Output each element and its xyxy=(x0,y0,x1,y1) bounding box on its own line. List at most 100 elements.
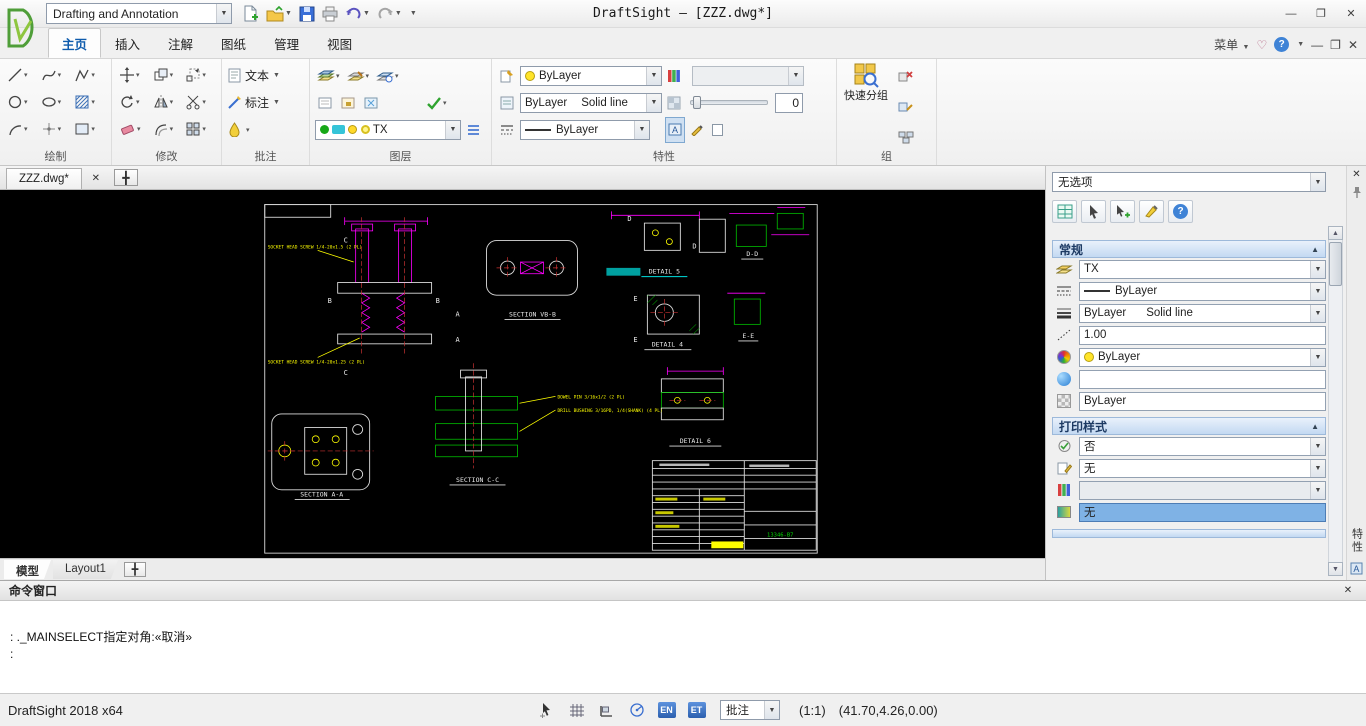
tab-annotate[interactable]: 注解 xyxy=(154,28,207,58)
line-tool-button[interactable]: ▾ xyxy=(5,62,39,88)
scroll-down-icon[interactable]: ▼ xyxy=(1328,562,1343,576)
copy-tool-button[interactable]: ▾ xyxy=(151,62,184,88)
scroll-thumb[interactable] xyxy=(1329,242,1342,286)
properties-painter-button[interactable] xyxy=(497,63,517,89)
ribbon-close-button[interactable]: ✕ xyxy=(1348,38,1358,52)
maximize-button[interactable]: ❐ xyxy=(1306,3,1336,25)
command-window-header[interactable]: 命令窗口 ✕ xyxy=(0,581,1366,601)
panel-scrollbar[interactable]: ▲ ▼ xyxy=(1328,226,1343,576)
favorite-icon[interactable]: ♡ xyxy=(1256,38,1267,52)
edit-group-button[interactable] xyxy=(896,94,916,120)
sheet-tab-layout1[interactable]: Layout1 xyxy=(53,560,118,579)
save-button[interactable] xyxy=(296,3,318,25)
pin-icon[interactable] xyxy=(1352,186,1362,199)
entity-grid-button[interactable] xyxy=(1052,200,1077,223)
trim-tool-button[interactable]: ▾ xyxy=(183,89,216,115)
point-tool-button[interactable]: ▾ xyxy=(39,116,73,142)
offset-tool-button[interactable]: ▾ xyxy=(151,116,184,142)
pattern-tool-button[interactable]: ▾ xyxy=(183,116,216,142)
panel-close-button[interactable]: ✕ xyxy=(1352,169,1360,180)
freeze-layer-button[interactable] xyxy=(361,90,381,116)
select-entities-button[interactable] xyxy=(1081,200,1106,223)
new-file-button[interactable] xyxy=(239,3,262,25)
section-general[interactable]: 常规 ▲ xyxy=(1052,240,1326,258)
polar-button[interactable] xyxy=(624,699,649,722)
circle-tool-button[interactable]: ▾ xyxy=(5,89,39,115)
transparency-slider[interactable] xyxy=(690,100,768,105)
color-bars-button[interactable] xyxy=(665,63,683,89)
annotation-scale-button[interactable]: A xyxy=(665,117,685,143)
layer-list-button[interactable] xyxy=(464,117,483,143)
ungroup-button[interactable] xyxy=(896,64,916,90)
ribbon-restore-button[interactable]: ❐ xyxy=(1330,38,1341,52)
quick-group-button[interactable]: 快速分组 xyxy=(842,62,890,150)
customize-toolbar-button[interactable]: ▼ xyxy=(406,3,420,25)
mirror-tool-button[interactable]: ▾ xyxy=(151,89,184,115)
add-sheet-button[interactable]: ╋ xyxy=(124,562,146,577)
minimize-button[interactable]: — xyxy=(1276,3,1306,25)
document-tab[interactable]: ZZZ.dwg* xyxy=(6,168,82,189)
transparency-value-box[interactable]: 0 xyxy=(775,93,803,113)
open-file-button[interactable]: ▼ xyxy=(263,3,295,25)
print-table-field[interactable]: ▼ xyxy=(1079,481,1326,500)
tab-insert[interactable]: 插入 xyxy=(101,28,154,58)
ortho-button[interactable] xyxy=(594,699,619,722)
transparency-field[interactable] xyxy=(1079,370,1326,389)
menu-dropdown[interactable]: 菜单 ▼ xyxy=(1214,36,1249,53)
polyline-tool-button[interactable]: ▾ xyxy=(72,62,106,88)
print-field[interactable]: 否▼ xyxy=(1079,437,1326,456)
ribbon-minimize-button[interactable]: — xyxy=(1311,38,1323,52)
linestyle-combo[interactable]: ByLayer ▼ xyxy=(520,120,650,140)
slider-handle[interactable] xyxy=(693,96,701,109)
print-button[interactable] xyxy=(319,3,341,25)
layer-ok-button[interactable]: ▾ xyxy=(424,90,449,116)
tab-sheet[interactable]: 图纸 xyxy=(207,28,260,58)
region-tool-button[interactable]: ▾ xyxy=(72,116,106,142)
arc-tool-button[interactable]: ▾ xyxy=(5,116,39,142)
workspace-selector[interactable]: Drafting and Annotation ▼ xyxy=(46,3,232,24)
esnap-button[interactable]: EN xyxy=(654,699,679,722)
color-field[interactable]: ByLayer▼ xyxy=(1079,348,1326,367)
snap-grid-button[interactable] xyxy=(564,699,589,722)
new-document-tab-button[interactable]: ╋ xyxy=(114,169,138,186)
property-paint-button[interactable] xyxy=(1139,200,1164,223)
ellipse-tool-button[interactable]: ▾ xyxy=(39,89,73,115)
panel-title-vertical[interactable]: 特性 xyxy=(1349,528,1365,554)
layer-preview-button[interactable]: ▾ xyxy=(374,63,401,89)
linestyle-field[interactable]: ByLayer▼ xyxy=(1079,282,1326,301)
hide-layer-button[interactable] xyxy=(315,90,335,116)
properties-sheet-button[interactable] xyxy=(497,90,517,116)
dimension-tool-button[interactable]: 标注 xyxy=(245,94,269,111)
annotation-scale-combo[interactable]: 批注 ▼ xyxy=(720,700,780,720)
scroll-track[interactable] xyxy=(1328,240,1343,562)
text-tool-button[interactable]: 文本 xyxy=(245,67,269,84)
spline-tool-button[interactable]: ▾ xyxy=(39,62,73,88)
scale-tool-button[interactable]: ▾ xyxy=(183,62,216,88)
layer-state-button[interactable]: ▾ xyxy=(345,63,372,89)
properties-lines-button[interactable] xyxy=(497,117,517,143)
rotate-tool-button[interactable]: ▾ xyxy=(117,89,151,115)
panel-help-button[interactable]: ? xyxy=(1168,200,1193,223)
isolate-layer-button[interactable] xyxy=(338,90,358,116)
linetype-field[interactable]: ByLayerSolid line▼ xyxy=(1079,304,1326,323)
print-type-field[interactable]: 无 xyxy=(1079,503,1326,522)
help-button[interactable]: ? xyxy=(1274,37,1289,52)
undo-button[interactable]: ▼ xyxy=(342,3,373,25)
linescale-field[interactable]: 1.00 xyxy=(1079,326,1326,345)
group-manager-button[interactable] xyxy=(896,124,916,150)
blank-sheet-button[interactable] xyxy=(709,117,726,143)
select-add-button[interactable] xyxy=(1110,200,1135,223)
layers-manager-button[interactable]: ▾ xyxy=(315,63,342,89)
selection-filter-combo[interactable]: 无选项 ▼ xyxy=(1052,172,1326,192)
drawing-canvas[interactable]: SOCKET HEAD SCREW 1/4-20x1.5 (2 PL) SOCK… xyxy=(0,190,1045,558)
erase-tool-button[interactable]: ▾ xyxy=(117,116,151,142)
move-tool-button[interactable]: ▾ xyxy=(117,62,151,88)
section-next-partial[interactable] xyxy=(1052,529,1326,538)
command-input-area[interactable]: : ._MAINSELECT指定对角:«取消» : xyxy=(0,601,1366,693)
section-print-style[interactable]: 打印样式 ▲ xyxy=(1052,417,1326,435)
layer-combo[interactable]: TX ▼ xyxy=(315,120,461,140)
linetype-combo[interactable]: ByLayer Solid line ▼ xyxy=(520,93,662,113)
material-field[interactable]: ByLayer xyxy=(1079,392,1326,411)
redo-button[interactable]: ▼ xyxy=(374,3,405,25)
command-window-close-button[interactable]: ✕ xyxy=(1339,583,1357,599)
